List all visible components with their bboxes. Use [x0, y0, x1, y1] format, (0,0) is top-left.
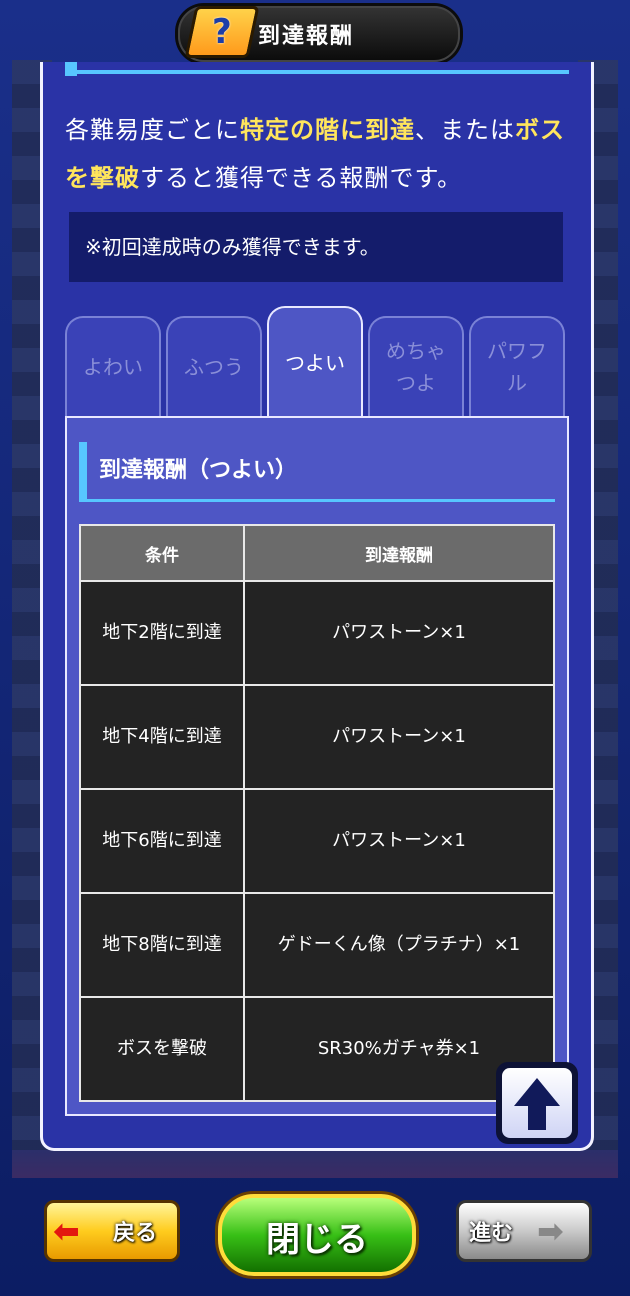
- table-row: 地下2階に到達 パワストーン×1: [79, 580, 555, 686]
- panel-top-divider: [67, 70, 569, 74]
- table-row: 地下6階に到達 パワストーン×1: [79, 788, 555, 894]
- header-condition: 条件: [79, 524, 245, 582]
- back-button[interactable]: ⬅ 戻る: [44, 1200, 180, 1262]
- close-button-label: 閉じる: [266, 1220, 368, 1260]
- description-part1: 各難易度ごとに: [65, 116, 240, 144]
- back-button-label: 戻る: [113, 1221, 158, 1246]
- scroll-to-top-button[interactable]: [496, 1062, 578, 1144]
- tab-normal[interactable]: ふつう: [166, 316, 262, 416]
- table-row: 地下8階に到達 ゲドーくん像（プラチナ）×1: [79, 892, 555, 998]
- condition-cell: 地下6階に到達: [79, 788, 245, 894]
- tab-powerful[interactable]: パワフル: [469, 316, 565, 416]
- scroll-to-top-face: [502, 1068, 572, 1138]
- description-highlight-floor: 特定の階に到達: [240, 116, 415, 144]
- arrow-right-icon: ➡: [537, 1212, 564, 1250]
- table-row: 地下4階に到達 パワストーン×1: [79, 684, 555, 790]
- close-button[interactable]: 閉じる: [218, 1194, 416, 1276]
- content-panel[interactable]: 各難易度ごとに特定の階に到達、またはボスを撃破すると獲得できる報酬です。 ※初回…: [40, 62, 594, 1151]
- condition-cell: 地下2階に到達: [79, 580, 245, 686]
- reward-table: 条件 到達報酬 地下2階に到達 パワストーン×1 地下4階に到達 パワストーン×…: [79, 524, 555, 1102]
- description-text: 各難易度ごとに特定の階に到達、またはボスを撃破すると獲得できる報酬です。: [65, 106, 569, 202]
- tab-strong[interactable]: つよい: [267, 306, 363, 418]
- page-title: 到達報酬: [258, 24, 355, 49]
- reward-cell: パワストーン×1: [243, 788, 555, 894]
- next-button-label: 進む: [469, 1221, 514, 1246]
- reward-cell: ゲドーくん像（プラチナ）×1: [243, 892, 555, 998]
- table-row: ボスを撃破 SR30%ガチャ券×1: [79, 996, 555, 1102]
- reward-cell: パワストーン×1: [243, 580, 555, 686]
- note-box: ※初回達成時のみ獲得できます。: [69, 212, 563, 282]
- table-header-row: 条件 到達報酬: [79, 524, 555, 582]
- background-bottom: [12, 1150, 618, 1178]
- condition-cell: 地下8階に到達: [79, 892, 245, 998]
- condition-cell: 地下4階に到達: [79, 684, 245, 790]
- description-part2: 、または: [415, 116, 515, 144]
- header-reward: 到達報酬: [243, 524, 555, 582]
- condition-cell: ボスを撃破: [79, 996, 245, 1102]
- tab-weak[interactable]: よわい: [65, 316, 161, 416]
- help-question-icon: ?: [184, 6, 260, 58]
- tab-very-strong[interactable]: めちゃつよ: [368, 316, 464, 416]
- next-button[interactable]: 進む ➡: [456, 1200, 592, 1262]
- arrow-left-icon: ⬅: [53, 1212, 80, 1250]
- reward-cell: パワストーン×1: [243, 684, 555, 790]
- section-title: 到達報酬（つよい）: [79, 442, 555, 502]
- arrow-up-icon: [514, 1078, 560, 1130]
- description-part3: すると獲得できる報酬です。: [140, 164, 463, 192]
